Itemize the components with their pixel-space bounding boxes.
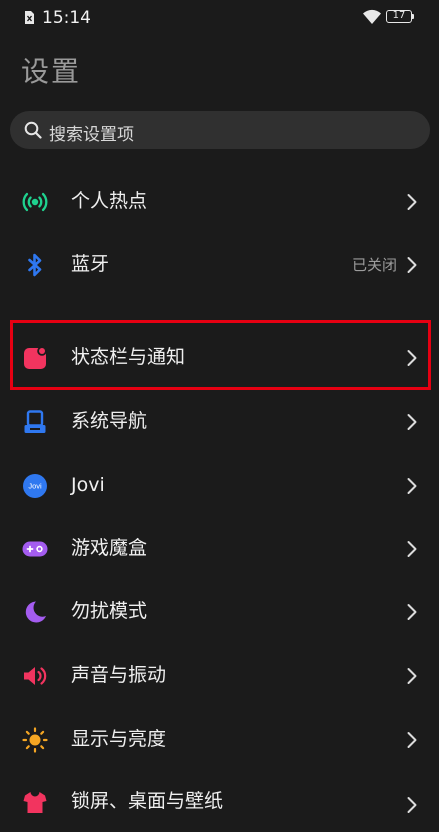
chevron-right-icon [407, 194, 417, 210]
settings-item-lockscreen-wallpaper[interactable]: 锁屏、桌面与壁纸 [0, 772, 439, 832]
svg-text:Jovi: Jovi [28, 482, 42, 491]
settings-item-jovi[interactable]: Jovi Jovi [0, 456, 439, 516]
wifi-icon [363, 9, 381, 24]
settings-item-label: 勿扰模式 [71, 600, 148, 622]
search-icon [24, 121, 42, 139]
search-placeholder: 搜索设置项 [49, 125, 134, 145]
chevron-right-icon [407, 414, 417, 430]
status-time: 15:14 [42, 8, 91, 28]
settings-item-label: 个人热点 [71, 190, 148, 212]
settings-item-bluetooth[interactable]: 蓝牙 已关闭 [0, 235, 439, 295]
status-bar: 15:14 17 [0, 0, 439, 36]
settings-item-label: 锁屏、桌面与壁纸 [71, 790, 224, 812]
page-title: 设置 [21, 55, 82, 88]
game-box-icon [22, 541, 48, 557]
chevron-right-icon [407, 797, 417, 813]
sun-icon [22, 727, 48, 753]
wallpaper-icon [23, 792, 47, 813]
settings-item-sound-vibration[interactable]: 声音与振动 [0, 646, 439, 706]
settings-item-system-navigation[interactable]: 系统导航 [0, 392, 439, 452]
settings-item-hotspot[interactable]: 个人热点 [0, 172, 439, 232]
chevron-right-icon [407, 257, 417, 273]
settings-item-label: 游戏魔盒 [71, 537, 148, 559]
sim-off-icon [25, 11, 34, 24]
jovi-icon: Jovi [23, 474, 47, 498]
chevron-right-icon [407, 478, 417, 494]
battery-level: 17 [392, 10, 406, 21]
chevron-right-icon [407, 668, 417, 684]
moon-icon [25, 601, 46, 623]
settings-item-label: 系统导航 [71, 410, 148, 432]
search-bar[interactable]: 搜索设置项 [10, 111, 430, 149]
settings-item-do-not-disturb[interactable]: 勿扰模式 [0, 582, 439, 642]
battery-tip [412, 14, 414, 19]
sound-icon [24, 667, 47, 685]
chevron-right-icon [407, 732, 417, 748]
highlight-box [10, 320, 431, 390]
settings-item-label: 蓝牙 [71, 253, 110, 275]
settings-item-game-box[interactable]: 游戏魔盒 [0, 519, 439, 579]
settings-item-label: Jovi [71, 474, 105, 496]
hotspot-icon [22, 192, 48, 212]
battery-icon: 17 [386, 10, 412, 23]
chevron-right-icon [407, 604, 417, 620]
settings-item-label: 声音与振动 [71, 664, 167, 686]
bluetooth-icon [28, 253, 42, 277]
bluetooth-status: 已关闭 [351, 256, 397, 274]
navigation-icon [24, 410, 46, 433]
chevron-right-icon [407, 541, 417, 557]
settings-item-display-brightness[interactable]: 显示与亮度 [0, 710, 439, 770]
settings-item-label: 显示与亮度 [71, 728, 167, 750]
